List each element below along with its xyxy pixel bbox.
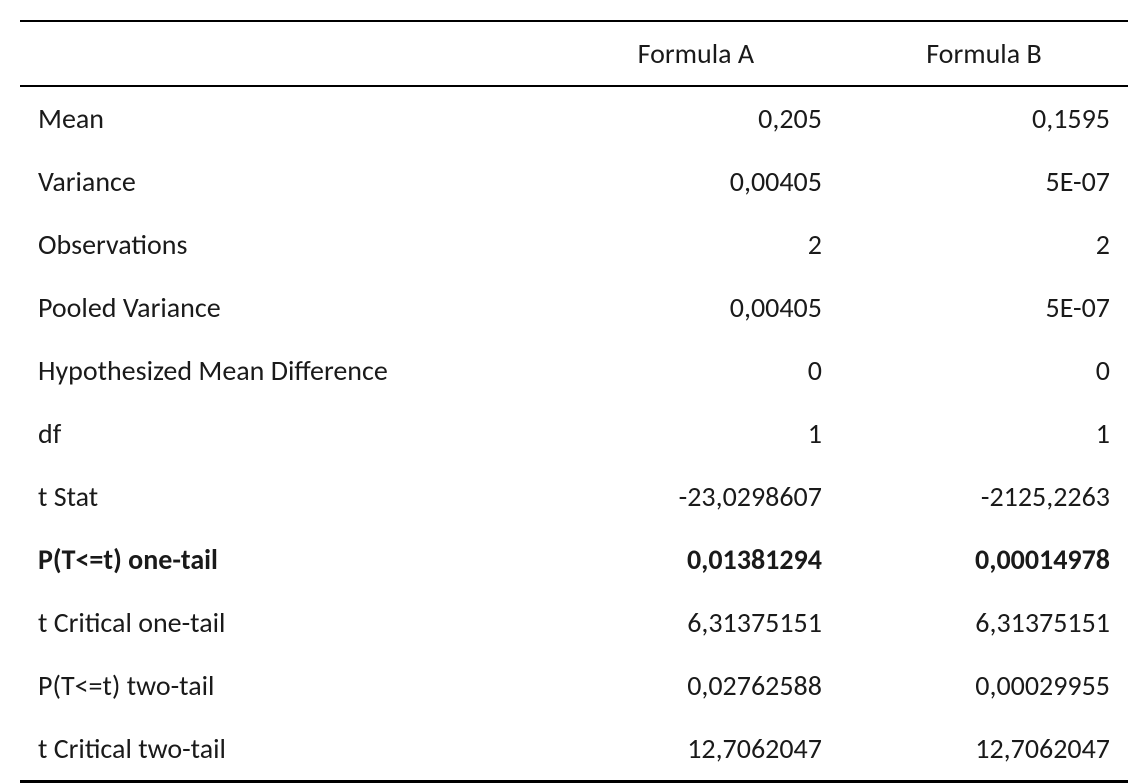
table-row: t Critical one-tail 6,31375151 6,3137515… (20, 591, 1128, 654)
table-row: Observations 2 2 (20, 213, 1128, 276)
table-row: t Critical two-tail 12,7062047 12,706204… (20, 717, 1128, 782)
row-value-a: 6,31375151 (552, 591, 840, 654)
row-label: P(T<=t) two-tail (20, 654, 552, 717)
row-label: t Critical two-tail (20, 717, 552, 782)
row-value-b: -2125,2263 (840, 465, 1128, 528)
row-label: Pooled Variance (20, 276, 552, 339)
row-value-a: -23,0298607 (552, 465, 840, 528)
row-value-a: 0,01381294 (552, 528, 840, 591)
table-row: Pooled Variance 0,00405 5E-07 (20, 276, 1128, 339)
row-value-b: 5E-07 (840, 150, 1128, 213)
row-value-b: 0,1595 (840, 86, 1128, 150)
table-row: P(T<=t) one-tail 0,01381294 0,00014978 (20, 528, 1128, 591)
row-label: t Critical one-tail (20, 591, 552, 654)
row-value-a: 0,02762588 (552, 654, 840, 717)
row-label: Variance (20, 150, 552, 213)
row-label: Mean (20, 86, 552, 150)
row-value-a: 0,205 (552, 86, 840, 150)
row-value-b: 0,00014978 (840, 528, 1128, 591)
table-row: Variance 0,00405 5E-07 (20, 150, 1128, 213)
table-row: df 1 1 (20, 402, 1128, 465)
row-value-a: 12,7062047 (552, 717, 840, 782)
row-label: Hypothesized Mean Difference (20, 339, 552, 402)
row-value-b: 0,00029955 (840, 654, 1128, 717)
row-label: Observations (20, 213, 552, 276)
row-value-b: 12,7062047 (840, 717, 1128, 782)
header-blank (20, 21, 552, 86)
row-value-b: 1 (840, 402, 1128, 465)
header-formula-a: Formula A (552, 21, 840, 86)
row-value-a: 2 (552, 213, 840, 276)
table-row: t Stat -23,0298607 -2125,2263 (20, 465, 1128, 528)
t-test-table: Formula A Formula B Mean 0,205 0,1595 Va… (20, 20, 1128, 783)
row-value-b: 6,31375151 (840, 591, 1128, 654)
row-label: P(T<=t) one-tail (20, 528, 552, 591)
table-row: Hypothesized Mean Difference 0 0 (20, 339, 1128, 402)
row-value-b: 0 (840, 339, 1128, 402)
table-body: Mean 0,205 0,1595 Variance 0,00405 5E-07… (20, 86, 1128, 782)
header-formula-b: Formula B (840, 21, 1128, 86)
row-value-a: 1 (552, 402, 840, 465)
row-label: df (20, 402, 552, 465)
table-header-row: Formula A Formula B (20, 21, 1128, 86)
t-test-table-container: Formula A Formula B Mean 0,205 0,1595 Va… (20, 20, 1128, 783)
row-label: t Stat (20, 465, 552, 528)
row-value-a: 0,00405 (552, 276, 840, 339)
row-value-a: 0,00405 (552, 150, 840, 213)
table-row: Mean 0,205 0,1595 (20, 86, 1128, 150)
table-row: P(T<=t) two-tail 0,02762588 0,00029955 (20, 654, 1128, 717)
row-value-a: 0 (552, 339, 840, 402)
row-value-b: 5E-07 (840, 276, 1128, 339)
row-value-b: 2 (840, 213, 1128, 276)
